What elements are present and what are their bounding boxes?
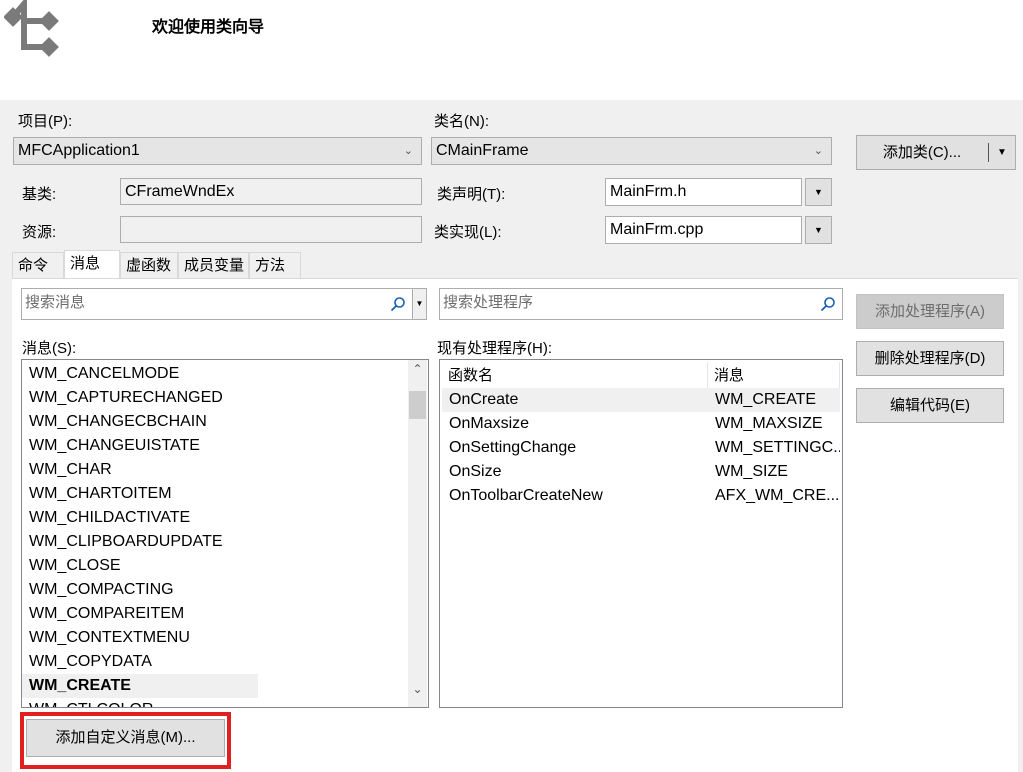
message-list-item[interactable]: WM_CHANGEUISTATE bbox=[22, 434, 407, 458]
message-list-item[interactable]: WM_CTLCOLOR bbox=[22, 698, 407, 707]
search-messages-dropdown-button[interactable]: ▼ bbox=[413, 288, 427, 320]
class-wizard-logo-icon bbox=[4, 0, 59, 57]
handler-table-row[interactable]: OnToolbarCreateNew AFX_WM_CRE... bbox=[442, 484, 840, 508]
scrollbar-thumb[interactable] bbox=[409, 391, 426, 419]
project-combo[interactable]: MFCApplication1 ⌄ bbox=[13, 137, 422, 165]
tab-methods[interactable]: 方法 bbox=[249, 252, 301, 279]
handler-function-cell: OnSize bbox=[449, 463, 502, 480]
search-messages-input[interactable]: 搜索消息 bbox=[21, 288, 413, 320]
message-list-item[interactable]: WM_CONTEXTMENU bbox=[22, 626, 407, 650]
message-list-item[interactable]: WM_CLOSE bbox=[22, 554, 407, 578]
search-messages-placeholder: 搜索消息 bbox=[25, 294, 86, 311]
message-list-item[interactable]: WM_CHARTOITEM bbox=[22, 482, 407, 506]
base-class-field: CFrameWndEx bbox=[120, 178, 422, 205]
handler-function-cell: OnToolbarCreateNew bbox=[449, 487, 603, 504]
message-list-item[interactable]: WM_COMPACTING bbox=[22, 578, 407, 602]
handler-table-row[interactable]: OnMaxsize WM_MAXSIZE bbox=[442, 412, 840, 436]
resource-field bbox=[120, 216, 422, 243]
project-value: MFCApplication1 bbox=[18, 142, 140, 159]
handler-table-row[interactable]: OnSettingChange WM_SETTINGC... bbox=[442, 436, 840, 460]
classname-value: CMainFrame bbox=[436, 142, 529, 159]
message-list-item[interactable]: WM_CAPTURECHANGED bbox=[22, 386, 407, 410]
class-decl-label: 类声明(T): bbox=[437, 186, 506, 203]
add-class-button[interactable]: 添加类(C)... ▼ bbox=[856, 135, 1016, 170]
handlers-table-header: 函数名 消息 bbox=[442, 362, 840, 389]
handler-message-cell: WM_MAXSIZE bbox=[715, 415, 823, 432]
wizard-title: 欢迎使用类向导 bbox=[152, 19, 265, 36]
column-header-function[interactable]: 函数名 bbox=[442, 362, 708, 389]
message-list-item[interactable]: WM_COMPAREITEM bbox=[22, 602, 407, 626]
edit-code-button[interactable]: 编辑代码(E) bbox=[856, 388, 1004, 423]
class-impl-dropdown-button[interactable]: ▼ bbox=[805, 216, 832, 244]
project-label: 项目(P): bbox=[18, 113, 73, 130]
base-class-value: CFrameWndEx bbox=[125, 183, 235, 200]
scroll-down-icon[interactable]: ⌄ bbox=[408, 682, 427, 702]
class-impl-value: MainFrm.cpp bbox=[610, 221, 704, 238]
add-class-label: 添加类(C)... bbox=[882, 144, 962, 161]
search-icon[interactable] bbox=[390, 296, 406, 312]
resource-label: 资源: bbox=[22, 224, 57, 241]
handler-message-cell: WM_CREATE bbox=[715, 391, 817, 408]
tab-messages[interactable]: 消息 bbox=[64, 250, 120, 280]
handler-message-cell: WM_SETTINGC... bbox=[715, 439, 840, 456]
message-list-item[interactable]: WM_CANCELMODE bbox=[22, 362, 407, 386]
tab-virtual-functions[interactable]: 虚函数 bbox=[120, 252, 178, 279]
handler-message-cell: AFX_WM_CRE... bbox=[715, 487, 840, 504]
class-decl-value: MainFrm.h bbox=[610, 183, 687, 200]
messages-label: 消息(S): bbox=[22, 340, 77, 357]
search-icon[interactable] bbox=[820, 296, 836, 312]
handlers-table-body: OnCreate WM_CREATE OnMaxsize WM_MAXSIZE OnSe… bbox=[442, 388, 840, 508]
messages-listbox[interactable]: WM_CANCELMODE WM_CAPTURECHANGED WM_CHANGEC… bbox=[21, 359, 429, 708]
chevron-down-icon: ⌄ bbox=[403, 145, 413, 157]
class-decl-field[interactable]: MainFrm.h bbox=[605, 178, 802, 206]
message-list-item[interactable]: WM_CHILDACTIVATE bbox=[22, 506, 407, 530]
search-handlers-input[interactable]: 搜索处理程序 bbox=[439, 288, 843, 320]
split-divider bbox=[988, 143, 989, 162]
handler-function-cell: OnCreate bbox=[449, 391, 519, 408]
column-header-message[interactable]: 消息 bbox=[708, 362, 840, 389]
handler-table-row[interactable]: OnSize WM_SIZE bbox=[442, 460, 840, 484]
highlight-box bbox=[20, 712, 231, 769]
class-impl-label: 类实现(L): bbox=[434, 224, 502, 241]
message-list-item[interactable]: WM_CREATE bbox=[22, 674, 258, 698]
messages-list: WM_CANCELMODE WM_CAPTURECHANGED WM_CHANGEC… bbox=[22, 362, 407, 707]
classname-combo[interactable]: CMainFrame ⌄ bbox=[431, 137, 832, 165]
handlers-label: 现有处理程序(H): bbox=[437, 340, 552, 357]
add-handler-button[interactable]: 添加处理程序(A) bbox=[856, 294, 1004, 329]
handlers-table[interactable]: 函数名 消息 OnCreate WM_CREATE OnMaxsize WM_MAXS… bbox=[439, 359, 843, 708]
handler-table-row[interactable]: OnCreate WM_CREATE bbox=[442, 388, 840, 412]
tab-member-variables[interactable]: 成员变量 bbox=[178, 252, 249, 279]
base-class-label: 基类: bbox=[22, 186, 57, 203]
scroll-up-icon[interactable]: ⌃ bbox=[408, 362, 427, 382]
delete-handler-button[interactable]: 删除处理程序(D) bbox=[856, 341, 1004, 376]
handler-message-cell: WM_SIZE bbox=[715, 463, 788, 480]
messages-scrollbar[interactable]: ⌃ ⌄ bbox=[408, 360, 427, 707]
handler-function-cell: OnMaxsize bbox=[449, 415, 530, 432]
message-list-item[interactable]: WM_COPYDATA bbox=[22, 650, 407, 674]
message-list-item[interactable]: WM_CHANGECBCHAIN bbox=[22, 410, 407, 434]
message-list-item[interactable]: WM_CHAR bbox=[22, 458, 407, 482]
class-decl-dropdown-button[interactable]: ▼ bbox=[805, 178, 832, 206]
tab-commands[interactable]: 命令 bbox=[12, 252, 64, 279]
handler-function-cell: OnSettingChange bbox=[449, 439, 577, 456]
message-list-item[interactable]: WM_CLIPBOARDUPDATE bbox=[22, 530, 407, 554]
class-impl-field[interactable]: MainFrm.cpp bbox=[605, 216, 802, 244]
chevron-down-icon: ⌄ bbox=[813, 145, 823, 157]
dropdown-arrow-icon[interactable]: ▼ bbox=[997, 136, 1007, 169]
search-handlers-placeholder: 搜索处理程序 bbox=[443, 294, 534, 311]
classname-label: 类名(N): bbox=[434, 113, 489, 130]
